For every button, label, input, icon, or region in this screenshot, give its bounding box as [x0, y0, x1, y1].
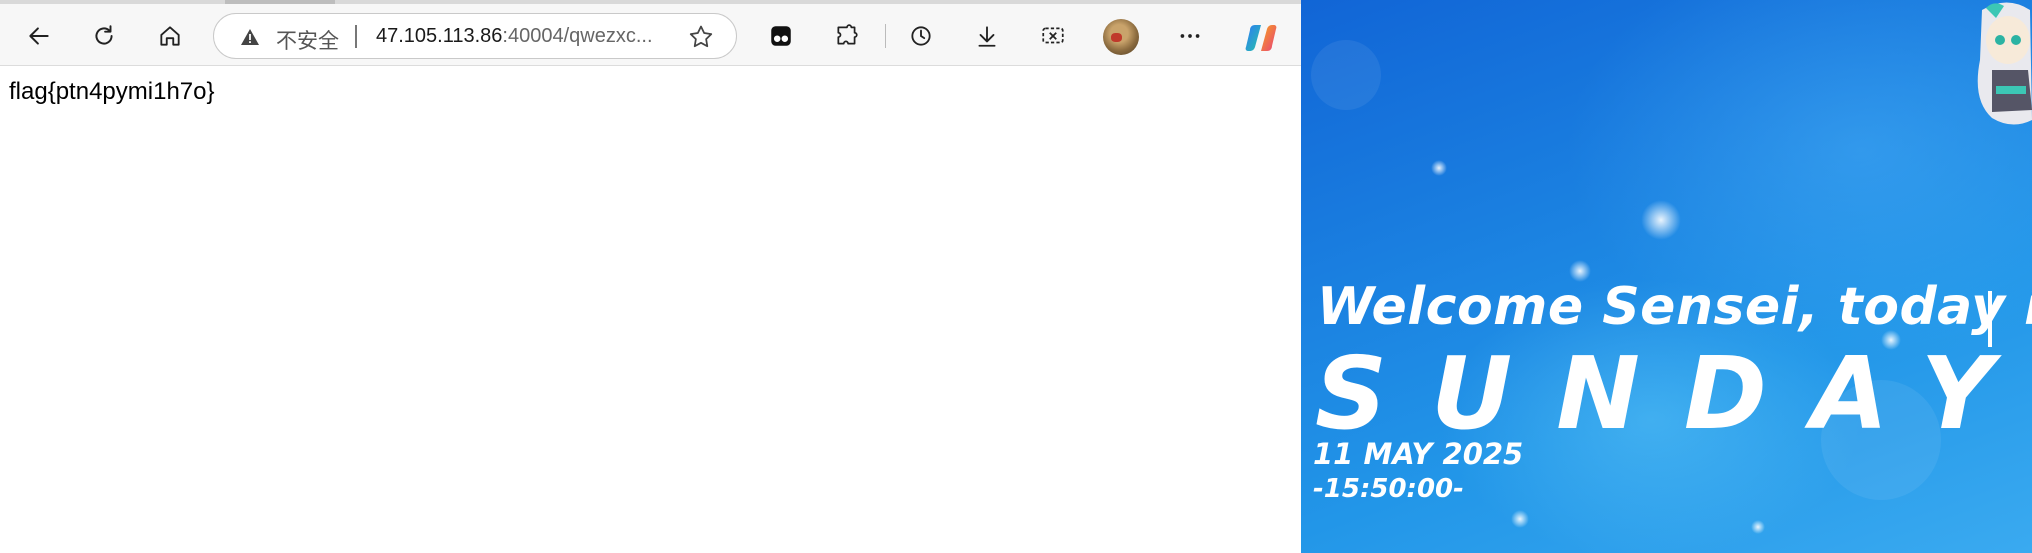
refresh-icon — [95, 25, 113, 45]
url-host: 47.105.113.86 — [376, 25, 503, 47]
back-button[interactable] — [20, 17, 58, 55]
history-button[interactable] — [902, 17, 940, 55]
copilot-icon[interactable] — [1244, 21, 1278, 55]
tampermonkey-extension-button[interactable] — [762, 17, 800, 55]
home-icon — [160, 26, 180, 46]
refresh-button[interactable] — [85, 17, 123, 55]
puzzle-icon — [837, 24, 858, 45]
back-arrow-icon — [29, 27, 49, 45]
warning-icon[interactable] — [240, 27, 260, 47]
favorite-star-icon[interactable] — [687, 23, 715, 51]
security-status-label[interactable]: 不安全 — [276, 25, 339, 55]
day-of-week-text: SUNDAY — [1315, 335, 2032, 452]
profile-avatar[interactable] — [1103, 19, 1139, 55]
screenshot-icon — [1042, 27, 1064, 44]
browser-toolbar: 不安全 47.105.113.86:40004/qwezxc... — [0, 4, 1301, 66]
url-text[interactable]: 47.105.113.86:40004/qwezxc... — [376, 25, 653, 48]
flag-text: flag{ptn4pymi1h7o} — [9, 78, 215, 105]
downloads-button[interactable] — [968, 17, 1006, 55]
tampermonkey-icon — [771, 26, 791, 46]
welcome-text: Welcome Sensei, today is: — [1317, 277, 2032, 337]
address-separator — [355, 25, 357, 48]
date-text: 11 MAY 2025 — [1313, 437, 1524, 471]
time-text: -15:50:00- — [1313, 474, 1464, 504]
desktop-wallpaper: Welcome Sensei, today is: SUNDAY 11 MAY … — [1301, 0, 2032, 553]
toolbar-divider — [885, 24, 886, 48]
download-icon — [978, 26, 996, 47]
history-icon — [911, 26, 931, 46]
browser-window: 不安全 47.105.113.86:40004/qwezxc... flag{p… — [0, 0, 1301, 553]
mascot-character-image — [1977, 2, 2032, 125]
extensions-button[interactable] — [828, 17, 866, 55]
screenshot-button[interactable] — [1034, 17, 1072, 55]
home-button[interactable] — [151, 17, 189, 55]
url-path: :40004/qwezxc... — [502, 25, 653, 47]
address-bar[interactable]: 不安全 47.105.113.86:40004/qwezxc... — [213, 13, 737, 59]
page-content: flag{ptn4pymi1h7o} — [0, 66, 1301, 553]
more-options-button[interactable] — [1171, 17, 1209, 55]
more-dots-icon — [1180, 34, 1200, 38]
